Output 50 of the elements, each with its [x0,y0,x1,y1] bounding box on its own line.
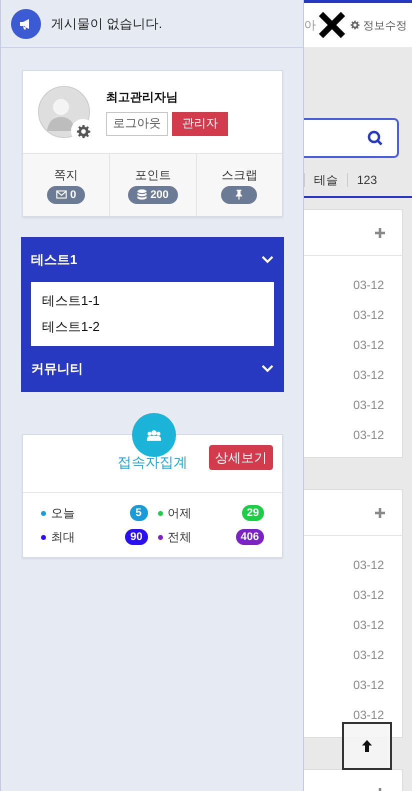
stat-label: 쪽지 [54,166,78,184]
post-date: 03-12 [352,337,385,354]
submenu-item[interactable]: 테스트1-2 [31,314,274,340]
stat-label: 어제 [168,504,192,522]
post-date: 03-12 [352,647,385,664]
stat-label: 전체 [168,528,192,546]
post-date: 03-12 [352,277,385,294]
submenu-item[interactable]: 테스트1-1 [31,288,274,314]
post-date: 03-12 [352,587,385,604]
post-date: 03-12 [352,707,385,724]
plus-icon[interactable] [375,508,385,518]
search-field[interactable] [304,118,399,158]
category-tab[interactable]: 123 [357,173,378,187]
count-badge[interactable]: 200 [128,186,178,204]
post-date: 03-12 [352,427,385,444]
chevron-down-icon[interactable] [261,364,274,373]
scroll-top-button[interactable] [342,722,392,770]
stat-label: 포인트 [134,166,171,184]
stat-label: 스크랩 [221,166,258,184]
arrow-up-icon [361,739,373,753]
widget-title: 접속자집계 [118,454,188,472]
admin-button[interactable]: 관리자 [172,112,228,136]
search-icon[interactable] [367,130,383,146]
post-date: 03-12 [352,367,385,384]
count-badge: 406 [236,529,264,545]
post-date: 03-12 [352,677,385,694]
post-date: 03-12 [352,307,385,324]
count-badge[interactable]: 0 [47,186,86,204]
count-badge: 29 [242,505,264,521]
user-name: 최고관리자님 [106,88,179,106]
logout-button[interactable]: 로그아웃 [106,112,168,136]
chevron-down-icon[interactable] [261,255,274,264]
menu-item[interactable]: 테스트1 [31,250,78,268]
count-badge: 5 [130,505,148,521]
post-date: 03-12 [352,397,385,414]
post-date: 03-12 [352,557,385,574]
megaphone-icon [11,8,41,38]
notice-text: 게시물이 없습니다. [51,14,162,32]
plus-icon[interactable] [375,228,385,238]
gear-icon [350,20,360,30]
close-icon[interactable] [317,10,347,40]
details-button[interactable]: 상세보기 [209,445,273,470]
post-date: 03-12 [352,617,385,634]
count-badge[interactable] [221,186,258,204]
count-badge: 90 [125,529,148,545]
edit-profile-link[interactable]: 정보수정 [350,18,407,32]
category-tab[interactable]: 테슬 [314,172,338,188]
menu-item[interactable]: 커뮤니티 [31,360,83,378]
stat-label: 최대 [51,528,76,546]
stat-label: 오늘 [51,504,76,522]
